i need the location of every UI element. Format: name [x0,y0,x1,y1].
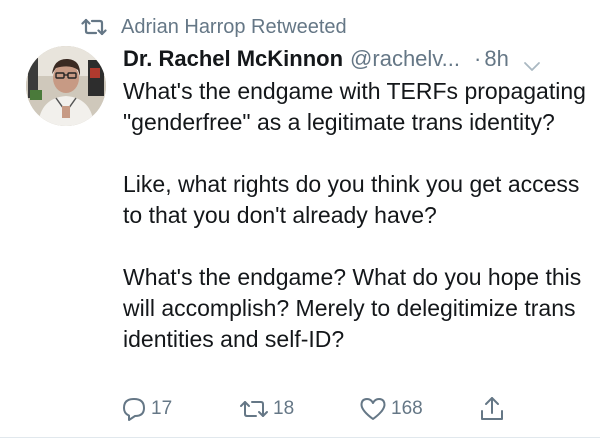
display-name[interactable]: Dr. Rachel McKinnon [123,46,343,72]
tweet-paragraph: What's the endgame with TERFs propagatin… [123,78,586,135]
like-button[interactable]: 168 [359,394,423,424]
reply-icon [121,396,147,422]
reply-button[interactable]: 17 [121,394,172,424]
retweet-icon [239,397,269,421]
like-count: 168 [391,398,423,419]
separator-dot: · [474,46,482,71]
divider [0,437,600,438]
tweet-text: What's the endgame with TERFs propagatin… [123,76,593,355]
reply-count: 17 [151,398,173,419]
chevron-down-icon[interactable] [523,53,541,71]
share-icon [479,395,505,423]
retweet-button[interactable]: 18 [239,394,294,424]
tweet-actions: 17 18 168 [121,394,521,424]
tweet-header: Dr. Rachel McKinnon @rachelv... · 8h [123,43,583,75]
retweet-context[interactable]: Adrian Harrop Retweeted [81,14,347,40]
retweet-count: 18 [273,398,295,419]
user-handle[interactable]: @rachelv... [350,46,460,72]
timestamp[interactable]: 8h [484,46,508,72]
tweet-paragraph: Like, what rights do you think you get a… [123,171,580,228]
avatar[interactable] [26,46,106,126]
share-button[interactable] [479,394,505,424]
tweet-paragraph: What's the endgame? What do you hope thi… [123,264,582,352]
retweet-icon [81,16,107,38]
retweet-context-text: Adrian Harrop Retweeted [121,15,347,38]
heart-icon [359,396,387,422]
